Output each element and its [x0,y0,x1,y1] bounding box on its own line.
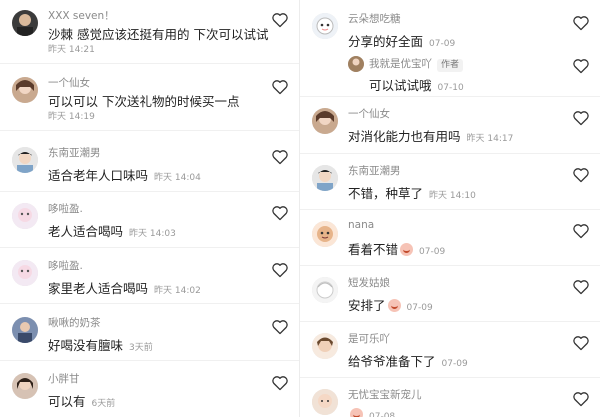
comment-text: 看着不错 07-09 [348,242,446,257]
heart-outline-icon[interactable] [572,391,590,407]
user-avatar[interactable] [12,77,38,103]
comment-text: 可以试试哦 07-10 [369,78,464,93]
username[interactable]: 是可乐吖 [348,331,390,346]
user-avatar[interactable] [312,221,338,247]
comment-time: 昨天 14:19 [48,112,95,122]
comment-text: 沙棘 感觉应该还挺有用的 下次可以试试 [48,27,269,42]
username[interactable]: 小胖甘 [48,371,80,386]
author-badge: 作者 [437,59,464,72]
user-avatar[interactable] [312,13,338,39]
comment-text: 给爷爷准备下了 07-09 [348,354,468,369]
comments-screen: XXX seven！ 沙棘 感觉应该还挺有用的 下次可以试试 昨天 14:21 … [0,0,600,417]
user-avatar[interactable] [312,108,338,134]
comment-time: 昨天 14:03 [129,229,176,239]
comment-list-right[interactable]: 云朵想吃糖 分享的好全面 07-09 我就是优宝吖 作者 可以试试哦 07-10 一个… [300,0,600,417]
heart-outline-icon[interactable] [572,279,590,295]
comment-text: 不错，种草了 昨天 14:10 [348,186,476,201]
username[interactable]: 无忧宝宝新宠儿 [348,387,422,402]
divider [0,191,299,192]
comment-time: 07-10 [437,83,464,93]
comment-time: 昨天 14:17 [466,134,514,144]
user-avatar[interactable] [312,333,338,359]
comment-time: 07-09 [441,359,468,369]
username[interactable]: XXX seven！ [48,8,115,23]
username[interactable]: 啾啾的奶茶 [48,315,101,330]
divider [300,321,600,322]
blush-emoji-icon [400,243,414,256]
comment-text: 安排了 07-09 [348,298,433,313]
heart-outline-icon[interactable] [572,58,590,74]
username[interactable]: nana [348,219,374,231]
comment-time: 昨天 14:04 [154,173,201,183]
user-avatar[interactable] [312,277,338,303]
comment-text: 对消化能力也有用吗 昨天 14:17 [348,129,514,144]
divider [300,265,600,266]
username[interactable]: 云朵想吃糖 [348,11,401,26]
comment-list-left[interactable]: XXX seven！ 沙棘 感觉应该还挺有用的 下次可以试试 昨天 14:21 … [0,0,299,417]
user-avatar[interactable] [12,373,38,399]
heart-outline-icon[interactable] [572,335,590,351]
username[interactable]: 我就是优宝吖 作者 [369,56,464,72]
comment-time: 昨天 14:21 [48,45,95,55]
comment-text: 07-08 [348,407,395,417]
comment-text: 可以可以 下次送礼物的时候买一点 [48,94,240,109]
comment-time: 昨天 14:10 [429,191,476,201]
username[interactable]: 东南亚潮男 [48,145,101,160]
username[interactable]: 一个仙女 [348,106,390,121]
heart-outline-icon[interactable] [572,110,590,126]
comment-time: 6天前 [91,399,116,409]
divider [0,130,299,131]
heart-outline-icon[interactable] [271,79,289,95]
user-avatar[interactable] [12,147,38,173]
comment-text: 家里老人适合喝吗 昨天 14:02 [48,281,201,296]
blush-emoji-icon [350,408,363,417]
comment-text: 适合老年人口味吗 昨天 14:04 [48,168,201,183]
username[interactable]: 短发姑娘 [348,275,390,290]
divider [0,63,299,64]
user-avatar[interactable] [12,10,38,36]
user-avatar[interactable] [12,260,38,286]
user-avatar[interactable] [12,203,38,229]
heart-outline-icon[interactable] [271,205,289,221]
comment-time: 3天前 [129,343,153,353]
heart-outline-icon[interactable] [572,167,590,183]
username[interactable]: 东南亚潮男 [348,163,401,178]
user-avatar[interactable] [12,317,38,343]
comment-time: 07-08 [369,412,396,417]
comment-time: 07-09 [406,303,433,313]
username[interactable]: 哆啦盈. [48,201,83,216]
heart-outline-icon[interactable] [572,223,590,239]
heart-outline-icon[interactable] [271,375,289,391]
username[interactable]: 哆啦盈. [48,258,83,273]
comment-text: 分享的好全面 07-09 [348,34,456,49]
comment-text: 可以有 6天前 [48,394,116,409]
heart-outline-icon[interactable] [271,149,289,165]
username[interactable]: 一个仙女 [48,75,90,90]
divider [0,303,299,304]
comment-text: 老人适合喝吗 昨天 14:03 [48,224,176,239]
divider [300,377,600,378]
heart-outline-icon[interactable] [271,262,289,278]
blush-emoji-icon [387,299,401,312]
comment-time: 07-09 [419,247,446,257]
heart-outline-icon[interactable] [572,15,590,31]
user-avatar[interactable] [348,56,364,72]
divider [300,209,600,210]
comment-time: 07-09 [429,39,456,49]
comment-text: 好喝没有膻味 3天前 [48,338,153,353]
user-avatar[interactable] [312,389,338,415]
heart-outline-icon[interactable] [271,12,289,28]
user-avatar[interactable] [312,165,338,191]
divider [300,96,600,97]
comment-time: 昨天 14:02 [154,286,201,296]
divider [0,247,299,248]
divider [0,360,299,361]
heart-outline-icon[interactable] [271,319,289,335]
divider [300,153,600,154]
